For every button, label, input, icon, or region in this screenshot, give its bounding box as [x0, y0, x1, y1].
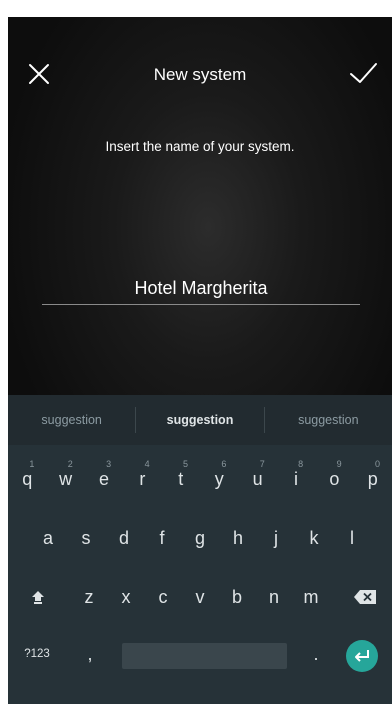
key-hint: 2	[67, 459, 73, 469]
key-hint: 0	[374, 459, 380, 469]
suggestion-right[interactable]: suggestion	[265, 413, 392, 427]
shift-key[interactable]	[12, 571, 64, 623]
page-title: New system	[153, 65, 247, 84]
key-hint: 1	[29, 459, 35, 469]
backspace-icon	[354, 590, 376, 604]
app-screen: New system Insert the name of your syste…	[8, 17, 392, 704]
key-f[interactable]: f	[143, 512, 181, 564]
keyboard-row-4: ?123 , .	[8, 628, 392, 680]
soft-keyboard: suggestion suggestion suggestion q1w2e3r…	[8, 395, 392, 704]
key-g[interactable]: g	[181, 512, 219, 564]
key-hint: 8	[298, 459, 304, 469]
key-d[interactable]: d	[105, 512, 143, 564]
key-hint: 6	[221, 459, 227, 469]
key-o[interactable]: o9	[315, 453, 353, 505]
key-hint: 5	[182, 459, 188, 469]
comma-key[interactable]: ,	[70, 628, 110, 680]
keyboard-row-1: q1w2e3r4t5y6u7i8o9p0	[8, 453, 392, 505]
key-hint: 9	[336, 459, 342, 469]
key-label: e	[98, 468, 109, 489]
key-hint: 7	[259, 459, 265, 469]
key-n[interactable]: n	[256, 571, 293, 623]
symbols-key[interactable]: ?123	[12, 628, 62, 680]
suggestion-center[interactable]: suggestion	[136, 413, 263, 427]
key-s[interactable]: s	[67, 512, 105, 564]
key-m[interactable]: m	[293, 571, 330, 623]
key-label: t	[178, 468, 184, 489]
key-w[interactable]: w2	[46, 453, 84, 505]
key-v[interactable]: v	[182, 571, 219, 623]
key-l[interactable]: l	[333, 512, 371, 564]
key-label: w	[59, 468, 73, 489]
key-a[interactable]: a	[29, 512, 67, 564]
key-z[interactable]: z	[71, 571, 108, 623]
key-h[interactable]: h	[219, 512, 257, 564]
checkmark-icon	[346, 57, 380, 91]
key-label: r	[139, 468, 146, 489]
key-e[interactable]: e3	[85, 453, 123, 505]
key-i[interactable]: i8	[277, 453, 315, 505]
key-q[interactable]: q1	[8, 453, 46, 505]
key-k[interactable]: k	[295, 512, 333, 564]
key-c[interactable]: c	[145, 571, 182, 623]
key-hint: 4	[144, 459, 150, 469]
space-bar[interactable]	[122, 643, 287, 669]
enter-key[interactable]	[346, 640, 378, 672]
key-x[interactable]: x	[108, 571, 145, 623]
backspace-key[interactable]	[339, 571, 391, 623]
key-y[interactable]: y6	[200, 453, 238, 505]
shift-icon	[30, 589, 46, 605]
key-r[interactable]: r4	[123, 453, 161, 505]
keyboard-row-2: asdfghjkl	[8, 512, 392, 564]
key-p[interactable]: p0	[354, 453, 392, 505]
suggestion-left[interactable]: suggestion	[8, 413, 135, 427]
key-j[interactable]: j	[257, 512, 295, 564]
key-hint: 3	[106, 459, 112, 469]
key-label: p	[367, 468, 378, 489]
enter-icon	[353, 647, 371, 665]
key-u[interactable]: u7	[238, 453, 276, 505]
key-label: q	[22, 468, 33, 489]
confirm-button[interactable]	[346, 57, 380, 91]
period-key[interactable]: .	[296, 628, 336, 680]
key-label: y	[214, 468, 224, 489]
key-label: u	[252, 468, 263, 489]
keyboard-row-3: zxcvbnm	[8, 571, 392, 623]
key-b[interactable]: b	[219, 571, 256, 623]
key-label: o	[329, 468, 340, 489]
key-label: i	[293, 468, 298, 489]
system-name-field[interactable]	[42, 272, 360, 305]
key-t[interactable]: t5	[162, 453, 200, 505]
instruction-text: Insert the name of your system.	[105, 139, 295, 154]
system-name-input[interactable]	[42, 272, 360, 304]
suggestion-bar: suggestion suggestion suggestion	[8, 395, 392, 445]
